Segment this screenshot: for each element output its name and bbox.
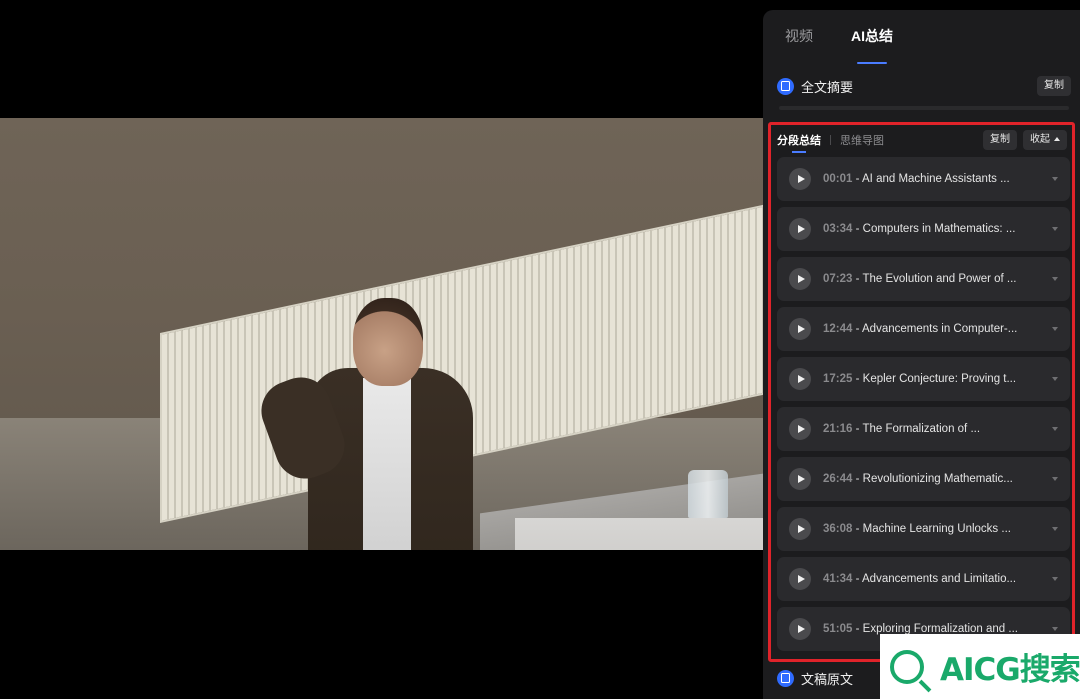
transcript-title: 文稿原文: [801, 671, 854, 687]
tab-segment-summary[interactable]: 分段总结: [777, 132, 821, 148]
segment-item[interactable]: 41:34 - Advancements and Limitatio...: [777, 557, 1070, 601]
segment-title: Revolutionizing Mathematic...: [862, 473, 1013, 485]
segment-text: 03:34 - Computers in Mathematics: ...: [823, 223, 1016, 235]
tab-video[interactable]: 视频: [785, 10, 813, 66]
full-summary-header: 全文摘要 复制: [777, 72, 1071, 100]
video-frame[interactable]: [0, 118, 763, 550]
segment-time: 17:25: [823, 373, 853, 385]
segment-summary-box: 分段总结 思维导图 复制 收起 00:01 - AI and Machine A…: [768, 122, 1075, 662]
tab-divider: [830, 135, 831, 145]
segment-title: Kepler Conjecture: Proving t...: [862, 373, 1017, 385]
segment-time: 03:34: [823, 223, 853, 235]
segment-item[interactable]: 36:08 - Machine Learning Unlocks ...: [777, 507, 1070, 551]
collapse-label: 收起: [1030, 134, 1050, 145]
play-icon[interactable]: [789, 418, 811, 440]
chevron-down-icon[interactable]: [1052, 327, 1058, 331]
chevron-down-icon[interactable]: [1052, 427, 1058, 431]
chevron-down-icon[interactable]: [1052, 377, 1058, 381]
segment-title: AI and Machine Assistants ...: [862, 173, 1010, 185]
play-icon[interactable]: [789, 468, 811, 490]
segment-text: 00:01 - AI and Machine Assistants ...: [823, 173, 1010, 185]
segment-text: 41:34 - Advancements and Limitatio...: [823, 573, 1017, 585]
play-icon[interactable]: [789, 368, 811, 390]
summary-scrollbar[interactable]: [779, 106, 1069, 110]
play-icon[interactable]: [789, 318, 811, 340]
tab-mind-map[interactable]: 思维导图: [840, 132, 884, 148]
chevron-down-icon[interactable]: [1052, 527, 1058, 531]
document-icon: [777, 669, 794, 687]
video-speaker: [253, 298, 478, 550]
segment-item[interactable]: 00:01 - AI and Machine Assistants ...: [777, 157, 1070, 201]
segment-title: Advancements and Limitatio...: [862, 573, 1017, 585]
video-player[interactable]: [0, 0, 763, 699]
full-summary-copy-button[interactable]: 复制: [1037, 76, 1071, 96]
play-icon[interactable]: [789, 568, 811, 590]
segment-header: 分段总结 思维导图 复制 收起: [777, 127, 1067, 153]
segment-title: Computers in Mathematics: ...: [862, 223, 1016, 235]
segment-item[interactable]: 12:44 - Advancements in Computer-...: [777, 307, 1070, 351]
chevron-down-icon[interactable]: [1052, 177, 1058, 181]
play-icon[interactable]: [789, 168, 811, 190]
play-icon[interactable]: [789, 268, 811, 290]
segment-item[interactable]: 26:44 - Revolutionizing Mathematic...: [777, 457, 1070, 501]
segment-text: 26:44 - Revolutionizing Mathematic...: [823, 473, 1013, 485]
segment-time: 12:44: [823, 323, 853, 335]
segment-actions: 复制 收起: [983, 130, 1067, 150]
segment-title: The Formalization of ...: [862, 423, 981, 435]
segment-list: 00:01 - AI and Machine Assistants ... 03…: [777, 157, 1070, 657]
segment-title: Machine Learning Unlocks ...: [862, 523, 1011, 535]
segment-copy-button[interactable]: 复制: [983, 130, 1017, 150]
collapse-button[interactable]: 收起: [1023, 130, 1067, 150]
segment-text: 07:23 - The Evolution and Power of ...: [823, 273, 1017, 285]
full-summary-title: 全文摘要: [801, 79, 854, 95]
play-icon[interactable]: [789, 618, 811, 640]
segment-text: 21:16 - The Formalization of ...: [823, 423, 981, 435]
chevron-down-icon[interactable]: [1052, 627, 1058, 631]
aicg-watermark-text: AICG搜索: [940, 652, 1080, 688]
ai-panel: 视频 AI总结 全文摘要 复制 分段总结 思维导图 复制 收起 00:01 - …: [763, 10, 1080, 699]
chevron-down-icon[interactable]: [1052, 227, 1058, 231]
segment-time: 51:05: [823, 623, 853, 635]
segment-time: 36:08: [823, 523, 853, 535]
segment-item[interactable]: 07:23 - The Evolution and Power of ...: [777, 257, 1070, 301]
segment-time: 21:16: [823, 423, 853, 435]
play-icon[interactable]: [789, 218, 811, 240]
segment-time: 00:01: [823, 173, 853, 185]
play-icon[interactable]: [789, 518, 811, 540]
segment-text: 12:44 - Advancements in Computer-...: [823, 323, 1018, 335]
segment-item[interactable]: 17:25 - Kepler Conjecture: Proving t...: [777, 357, 1070, 401]
segment-item[interactable]: 03:34 - Computers in Mathematics: ...: [777, 207, 1070, 251]
segment-item[interactable]: 21:16 - The Formalization of ...: [777, 407, 1070, 451]
panel-tabs: 视频 AI总结: [763, 10, 1080, 66]
segment-text: 17:25 - Kepler Conjecture: Proving t...: [823, 373, 1017, 385]
caret-up-icon: [1054, 137, 1060, 141]
video-podium: [515, 518, 763, 550]
chevron-down-icon[interactable]: [1052, 577, 1058, 581]
segment-text: 36:08 - Machine Learning Unlocks ...: [823, 523, 1011, 535]
segment-title: The Evolution and Power of ...: [862, 273, 1017, 285]
segment-time: 26:44: [823, 473, 853, 485]
chevron-down-icon[interactable]: [1052, 277, 1058, 281]
video-bottles: [688, 470, 728, 518]
segment-time: 07:23: [823, 273, 853, 285]
segment-time: 41:34: [823, 573, 853, 585]
tab-ai-summary[interactable]: AI总结: [851, 10, 893, 66]
chevron-down-icon[interactable]: [1052, 477, 1058, 481]
aicg-watermark: AICG搜索: [880, 634, 1080, 699]
segment-title: Advancements in Computer-...: [862, 323, 1018, 335]
document-icon: [777, 77, 794, 95]
magnifier-icon: [890, 649, 924, 684]
